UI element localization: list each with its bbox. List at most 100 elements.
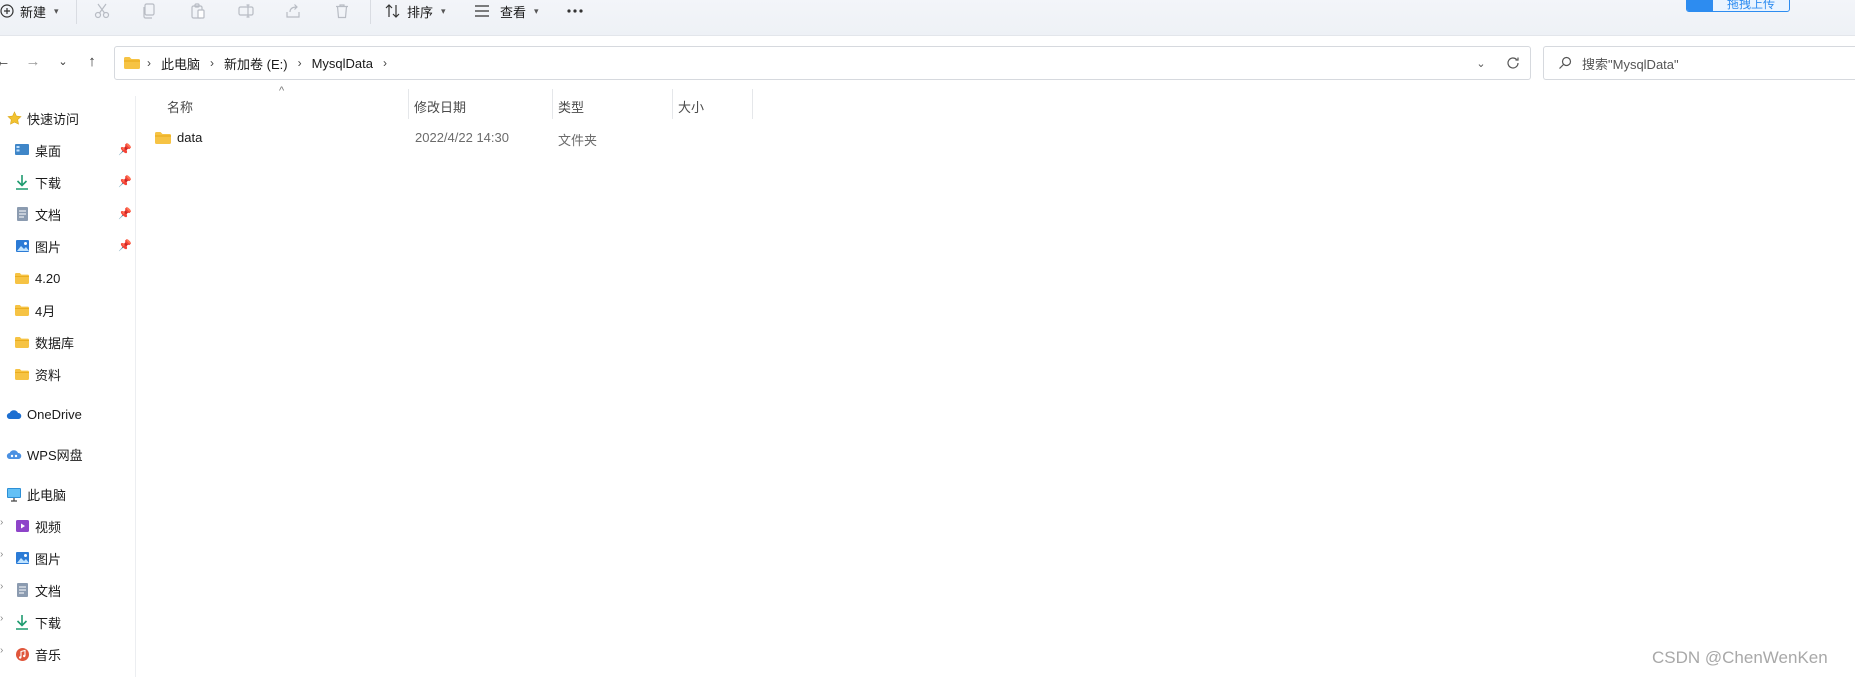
rename-button[interactable] — [234, 0, 258, 22]
breadcrumb-separator[interactable]: › — [383, 56, 387, 70]
sort-button[interactable]: 排序 ▾ — [385, 0, 446, 22]
sidebar-item-label: WPS网盘 — [27, 447, 83, 463]
recent-locations-button[interactable]: ⌄ — [52, 50, 74, 72]
sidebar-item-quick-access[interactable]: 快速访问 — [6, 106, 142, 130]
chevron-right-icon[interactable]: › — [0, 549, 3, 560]
chevron-right-icon[interactable]: › — [0, 581, 3, 592]
refresh-icon — [1507, 57, 1519, 69]
sidebar-item-pc-documents[interactable]: › 文档 — [0, 578, 150, 602]
sidebar-item-pictures[interactable]: 图片 📌 — [14, 234, 150, 258]
file-date: 2022/4/22 14:30 — [415, 130, 509, 145]
chevron-right-icon[interactable]: › — [0, 645, 3, 656]
sidebar-item-folder-4-20[interactable]: 4.20 — [14, 266, 150, 290]
more-icon — [567, 9, 583, 13]
forward-button[interactable]: → — [22, 50, 44, 72]
picture-icon — [14, 550, 30, 566]
paste-button[interactable] — [186, 0, 210, 22]
sidebar-item-desktop[interactable]: 桌面 📌 — [14, 138, 150, 162]
up-button[interactable]: ↑ — [81, 50, 103, 72]
copy-icon — [143, 3, 155, 19]
cut-button[interactable] — [90, 0, 114, 22]
document-icon — [14, 206, 30, 222]
sidebar-item-downloads[interactable]: 下载 📌 — [14, 170, 150, 194]
sidebar-item-wps-drive[interactable]: WPS网盘 — [6, 442, 142, 466]
back-button[interactable]: ← — [0, 50, 14, 72]
chevron-down-icon: ▾ — [534, 5, 539, 16]
sidebar-item-label: 资料 — [35, 367, 62, 383]
folder-icon — [14, 366, 30, 382]
sidebar-item-documents[interactable]: 文档 📌 — [14, 202, 150, 226]
breadcrumb-separator[interactable]: › — [298, 56, 302, 70]
breadcrumb-mysqldata[interactable]: MysqlData — [312, 56, 373, 71]
folder-icon — [14, 302, 30, 318]
sidebar-item-pc-pictures[interactable]: › 图片 — [0, 546, 150, 570]
share-button[interactable] — [281, 0, 305, 22]
column-header-size[interactable]: 大小 — [678, 89, 704, 123]
copy-button[interactable] — [137, 0, 161, 22]
search-input[interactable]: 搜索"MysqlData" — [1543, 46, 1855, 80]
pin-icon[interactable]: 📌 — [118, 207, 132, 220]
star-icon — [6, 110, 22, 126]
baidu-netdisk-logo: baidu — [1687, 0, 1713, 11]
new-button[interactable]: 新建 ▾ — [0, 0, 59, 22]
file-row[interactable]: data 2022/4/22 14:30 文件夹 — [150, 126, 750, 152]
column-resize-handle[interactable] — [672, 89, 673, 119]
video-icon — [14, 518, 30, 534]
column-header-type[interactable]: 类型 — [558, 89, 584, 123]
sidebar-item-label: 图片 — [35, 551, 62, 567]
sidebar-item-music[interactable]: › 音乐 — [0, 642, 150, 666]
sidebar-item-label: 视频 — [35, 519, 62, 535]
sidebar-item-videos[interactable]: › 视频 — [0, 514, 150, 538]
picture-icon — [14, 238, 30, 254]
pin-icon[interactable]: 📌 — [118, 175, 132, 188]
file-type: 文件夹 — [558, 133, 598, 148]
chevron-down-icon: ▾ — [441, 5, 446, 16]
column-resize-handle[interactable] — [408, 89, 409, 119]
sidebar-item-this-pc[interactable]: 此电脑 — [6, 482, 142, 506]
toolbar-divider — [76, 0, 77, 24]
chevron-down-icon: ▾ — [54, 5, 59, 16]
sidebar-item-label: 图片 — [35, 239, 62, 255]
breadcrumb-drive-e[interactable]: 新加卷 (E:) — [224, 54, 288, 73]
drag-upload-label: 拖拽上传 — [1726, 0, 1775, 11]
sidebar-item-folder-materials[interactable]: 资料 — [14, 362, 150, 386]
folder-icon — [14, 270, 30, 286]
column-header-date[interactable]: 修改日期 — [414, 89, 466, 123]
sidebar-item-label: 桌面 — [35, 143, 62, 159]
refresh-button[interactable] — [1501, 47, 1525, 79]
address-bar[interactable]: › 此电脑 › 新加卷 (E:) › MysqlData › ⌄ — [114, 46, 1531, 80]
more-button[interactable] — [566, 0, 584, 22]
column-header-label: 修改日期 — [414, 99, 467, 115]
pin-icon[interactable]: 📌 — [118, 143, 132, 156]
chevron-right-icon[interactable]: › — [0, 613, 3, 624]
delete-button[interactable] — [330, 0, 354, 22]
sidebar-item-folder-database[interactable]: 数据库 — [14, 330, 150, 354]
chevron-right-icon[interactable]: › — [0, 517, 3, 528]
drag-upload-button[interactable]: baidu 拖拽上传 — [1686, 0, 1790, 12]
breadcrumb-separator: › — [147, 56, 151, 70]
forward-arrow-icon: → — [25, 52, 41, 70]
computer-icon — [6, 486, 22, 502]
sort-ascending-indicator: ^ — [279, 85, 285, 97]
sidebar-item-label: 数据库 — [35, 335, 75, 351]
breadcrumb-separator[interactable]: › — [210, 56, 214, 70]
toolbar-divider — [370, 0, 371, 24]
sidebar-item-folder-april[interactable]: 4月 — [14, 298, 150, 322]
document-icon — [14, 582, 30, 598]
column-resize-handle[interactable] — [552, 89, 553, 119]
column-header-label: 大小 — [678, 99, 705, 115]
sidebar-item-onedrive[interactable]: OneDrive — [6, 402, 142, 426]
pin-icon[interactable]: 📌 — [118, 239, 132, 252]
address-history-button[interactable]: ⌄ — [1469, 47, 1493, 79]
sidebar-item-label: 此电脑 — [27, 487, 67, 503]
sidebar-item-label: 下载 — [35, 175, 62, 191]
column-resize-handle[interactable] — [752, 89, 753, 119]
back-arrow-icon: ← — [0, 52, 11, 70]
column-header-label: 类型 — [558, 99, 585, 115]
chevron-down-icon: ⌄ — [58, 55, 68, 68]
breadcrumb-this-pc[interactable]: 此电脑 — [161, 54, 200, 73]
column-header-name[interactable]: 名称 — [167, 89, 193, 123]
view-button[interactable]: 查看 ▾ — [474, 0, 539, 22]
sidebar-item-pc-downloads[interactable]: › 下载 — [0, 610, 150, 634]
search-placeholder: 搜索"MysqlData" — [1582, 56, 1679, 72]
